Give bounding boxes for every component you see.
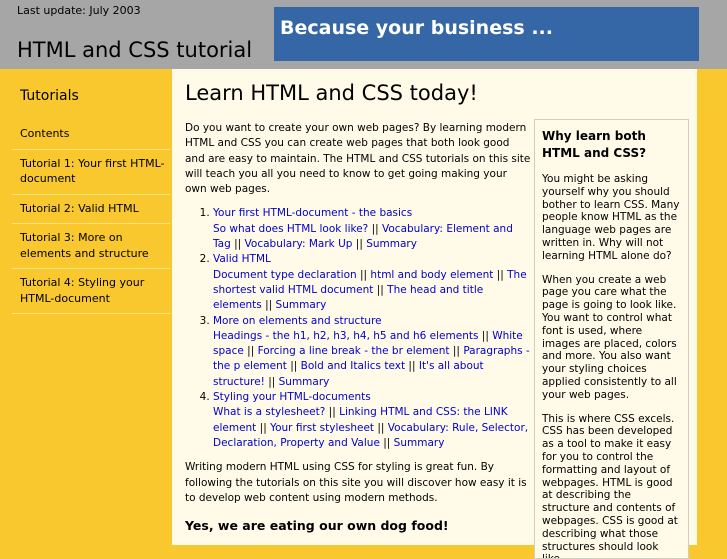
tutorial-section-link[interactable]: Your first stylesheet (270, 422, 374, 434)
aside-paragraph: This is where CSS excels. CSS has been d… (542, 412, 678, 558)
aside-paragraph: You might be asking yourself why you sho… (542, 173, 680, 262)
sidebar-item-tutorial-1[interactable]: Tutorial 1: Your first HTML-document (12, 150, 170, 195)
page-title: Learn HTML and CSS today! (185, 81, 478, 105)
outro-paragraph: Writing modern HTML using CSS for stylin… (185, 461, 527, 504)
link-separator: || (449, 345, 464, 358)
link-separator: || (493, 268, 508, 281)
tutorial-section-link[interactable]: Summary (366, 238, 417, 250)
sidebar-item-tutorial-2[interactable]: Tutorial 2: Valid HTML (12, 195, 170, 224)
last-update-text: Last update: July 2003 (17, 4, 141, 17)
link-separator: || (352, 238, 367, 251)
tutorial-section-link[interactable]: html and body element (370, 269, 493, 281)
why-learn-box: Why learn both HTML and CSS? You might b… (534, 119, 689, 559)
tutorial-list-item: Styling your HTML-documents What is a sty… (213, 390, 531, 451)
tutorial-list-item: More on elements and structure Headings -… (213, 314, 531, 390)
tutorial-section-link[interactable]: Summary (276, 299, 327, 311)
link-separator: || (325, 406, 340, 419)
sidebar: Tutorials Contents Tutorial 1: Your firs… (0, 69, 172, 545)
tutorial-section-link[interactable]: Summary (279, 376, 330, 388)
tutorial-section-link[interactable]: Document type declaration (213, 269, 357, 281)
banner-ad[interactable]: Because your business ... (274, 7, 699, 61)
sidebar-nav: Contents Tutorial 1: Your first HTML-doc… (12, 120, 170, 314)
banner-text: Because your business ... (280, 17, 553, 39)
tutorial-title-link[interactable]: Valid HTML (213, 253, 271, 265)
link-separator: || (405, 360, 419, 373)
sidebar-item-tutorial-3[interactable]: Tutorial 3: More on elements and structu… (12, 224, 170, 269)
tutorial-section-link[interactable]: Forcing a line break - the br element (258, 345, 450, 357)
sidebar-item-tutorial-4[interactable]: Tutorial 4: Styling your HTML-document (12, 269, 170, 314)
link-separator: || (478, 329, 493, 342)
tutorial-list-item: Valid HTML Document type declaration || h… (213, 252, 531, 313)
link-separator: || (243, 345, 258, 358)
site-header: Last update: July 2003 HTML and CSS tuto… (0, 0, 727, 69)
sidebar-item-label[interactable]: Tutorial 3: More on elements and structu… (20, 231, 149, 260)
sidebar-item-label[interactable]: Tutorial 1: Your first HTML-document (20, 157, 165, 186)
link-separator: || (261, 299, 276, 312)
link-separator: || (368, 222, 382, 235)
tutorial-list-item: Your first HTML-document - the basics So … (213, 206, 531, 252)
link-separator: || (379, 436, 394, 449)
aside-heading: Why learn both HTML and CSS? (542, 129, 647, 160)
tutorial-title-link[interactable]: Your first HTML-document - the basics (213, 207, 412, 219)
article: Do you want to create your own web pages… (185, 121, 531, 543)
link-separator: || (374, 421, 388, 434)
tutorial-section-link[interactable]: What is a stylesheet? (213, 406, 325, 418)
link-separator: || (373, 283, 388, 296)
link-separator: || (356, 268, 371, 281)
sidebar-item-label[interactable]: Tutorial 2: Valid HTML (20, 202, 139, 215)
tutorial-section-link[interactable]: Summary (394, 437, 445, 449)
site-title: HTML and CSS tutorial (17, 38, 253, 62)
link-separator: || (230, 238, 245, 251)
sidebar-item-label[interactable]: Contents (20, 127, 69, 140)
tutorial-title-link[interactable]: More on elements and structure (213, 315, 382, 327)
dogfood-heading: Yes, we are eating our own dog food! (185, 518, 449, 534)
tutorial-section-link[interactable]: So what does HTML look like? (213, 223, 368, 235)
tutorial-title-link[interactable]: Styling your HTML-documents (213, 391, 371, 403)
tutorial-list: Your first HTML-document - the basics So … (185, 206, 531, 451)
intro-paragraph: Do you want to create your own web pages… (185, 122, 531, 196)
link-separator: || (286, 360, 301, 373)
right-gutter (697, 69, 727, 545)
link-separator: || (256, 421, 271, 434)
tutorial-section-link[interactable]: Vocabulary: Mark Up (245, 238, 353, 250)
sidebar-item-contents[interactable]: Contents (12, 120, 170, 150)
tutorial-section-link[interactable]: Headings - the h1, h2, h3, h4, h5 and h6… (213, 330, 478, 342)
sidebar-heading: Tutorials (20, 88, 79, 104)
main-content: Learn HTML and CSS today! Do you want to… (172, 69, 697, 559)
aside-paragraph: When you create a web page you care what… (542, 273, 677, 401)
sidebar-item-label[interactable]: Tutorial 4: Styling your HTML-document (20, 276, 144, 305)
tutorial-section-link[interactable]: Bold and Italics text (301, 360, 405, 372)
link-separator: || (264, 375, 279, 388)
